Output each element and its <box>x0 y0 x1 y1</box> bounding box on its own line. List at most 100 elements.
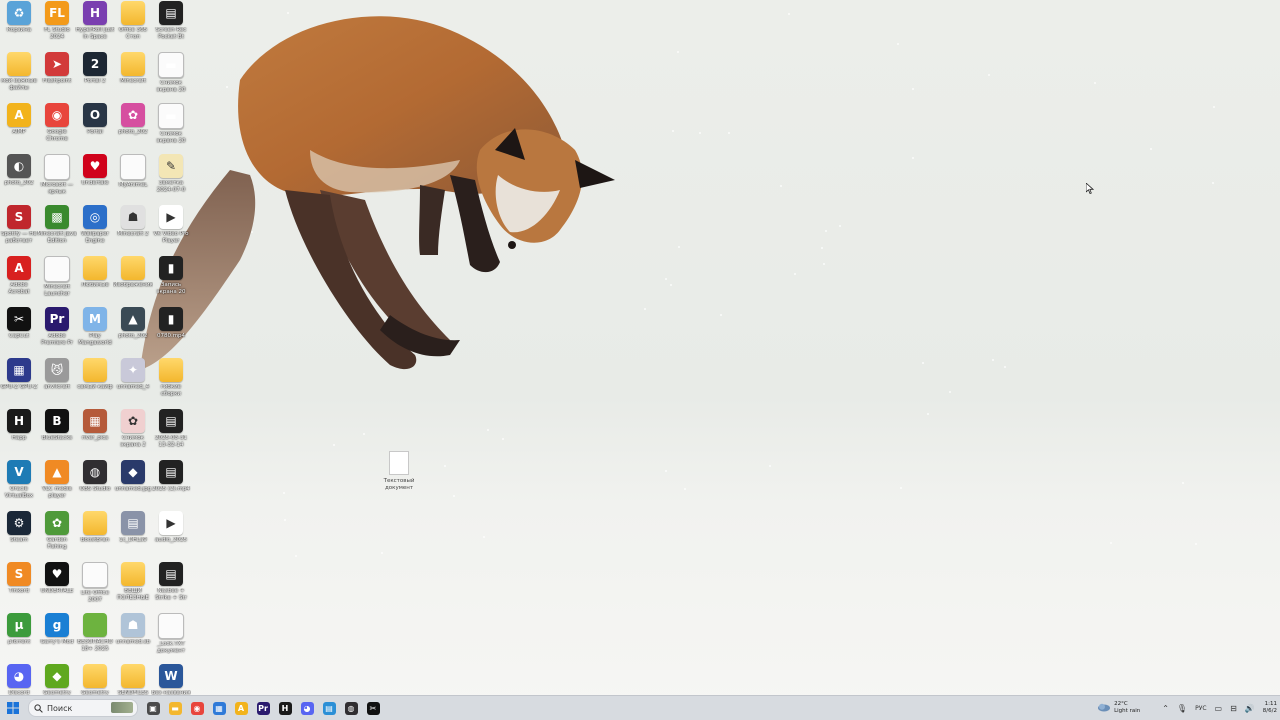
desktop-icon[interactable]: ✎ Заметка 2024-07-0 <box>152 154 190 204</box>
desktop-icon[interactable]: µ µTorrent <box>0 613 38 663</box>
desktop-icon[interactable]: ✿ Garden Fishing <box>38 511 76 561</box>
desktop-icon[interactable]: ✿ Снимок экрана 2 <box>114 409 152 459</box>
desktop-icon[interactable]: Pr Adobe Premiere Pr <box>38 307 76 357</box>
taskbar-app-button[interactable]: ▬ <box>164 696 186 720</box>
image-file-icon: ✿ <box>121 409 145 433</box>
taskbar-app-button[interactable]: ▣ <box>142 696 164 720</box>
desktop-icon-label: HyperRoll Just In Space <box>75 27 115 40</box>
desktop-icon[interactable]: Любимые <box>76 256 114 306</box>
image-file-icon: ✿ <box>121 103 145 127</box>
desktop-icon[interactable]: гибкие сборки <box>152 358 190 408</box>
network-icon[interactable]: ⊟ <box>1230 704 1237 713</box>
image-file-icon: ☗ <box>121 613 145 637</box>
desktop-icon[interactable]: ▤ 2025 (2).mp4 <box>152 460 190 510</box>
desktop-icon[interactable]: ▲ photo_202 <box>114 307 152 357</box>
snow-speck <box>1093 81 1096 84</box>
taskbar-clock[interactable]: 1:11 8/6/2 <box>1263 701 1277 715</box>
desktop-icon[interactable]: ☗ unnamed.sb <box>114 613 152 663</box>
desktop-icon[interactable]: ▦ GPU-Z GPU-Z <box>0 358 38 408</box>
desktop-icon[interactable]: Minecraft Launcher <box>38 256 76 306</box>
desktop-icon[interactable]: ✂ CapCut <box>0 307 38 357</box>
desktop-icon[interactable]: Office 365 Стоп <box>114 1 152 51</box>
desktop-icon[interactable]: Microsoft — ярлык <box>38 154 76 204</box>
desktop-icon[interactable]: FL FL Studio 2024 <box>38 1 76 51</box>
desktop-icon[interactable]: g Garry's Mod <box>38 613 76 663</box>
taskbar-app-button[interactable]: H <box>274 696 296 720</box>
taskbar-app-button[interactable]: A <box>230 696 252 720</box>
desktop-icon[interactable]: ◐ photo_202 <box>0 154 38 204</box>
desktop-icon[interactable]: 2 Portal 2 <box>76 52 114 102</box>
desktop-icon[interactable]: ▤ 1c_DHLa9 <box>114 511 152 561</box>
desktop-icon[interactable]: Lite Office 2007 <box>76 562 114 612</box>
desktop-icon[interactable]: ◆ unnamed.jpg <box>114 460 152 510</box>
volume-icon[interactable]: 🔊 <box>1245 704 1255 713</box>
start-button[interactable] <box>0 696 26 720</box>
desktop-icon[interactable]: самый кайф <box>76 358 114 408</box>
desktop-icon[interactable]: ♥ Undertale <box>76 154 114 204</box>
snow-speck <box>1195 543 1198 546</box>
desktop-icon[interactable]: ▮ 0780.mp4 <box>152 307 190 357</box>
desktop-icon[interactable]: ▤ 2025-03-31 13-32-14 <box>152 409 190 459</box>
snow-speck <box>482 535 485 538</box>
language-indicator[interactable]: РУС <box>1195 705 1206 712</box>
desktop-icon[interactable]: ✦ unnamed_4 <box>114 358 152 408</box>
desktop-icon[interactable]: ✿ photo_202 <box>114 103 152 153</box>
desktop-icon[interactable]: ♥ UNDERTALE <box>38 562 76 612</box>
weather-widget[interactable]: 22°C Light rain <box>1097 701 1140 715</box>
desktop-icon[interactable]: V Oracle VirtualBox <box>0 460 38 510</box>
desktop-icon[interactable]: ▶ VK Video Pro Player <box>152 205 190 255</box>
desktop-icon[interactable]: ▦ river_pics <box>76 409 114 459</box>
desktop-icon[interactable]: БЕЗОПАСНО 18+ 2025 <box>76 613 114 663</box>
desktop-icon[interactable]: A AIMP <box>0 103 38 153</box>
desktop-icon[interactable]: мой важные файлы <box>0 52 38 102</box>
word-icon: W <box>159 664 183 688</box>
desktop-icon[interactable]: ♻ Корзина <box>0 1 38 51</box>
desktop-icon[interactable]: Minecraft <box>114 52 152 102</box>
desktop-icon[interactable]: ⚙ Steam <box>0 511 38 561</box>
desktop-text-document[interactable]: Текстовый документ <box>378 451 420 491</box>
taskbar-app-button[interactable]: ▦ <box>208 696 230 720</box>
desktop-icon[interactable]: Изображения <box>113 256 153 306</box>
desktop-icon[interactable]: ☗ Minecraft 2 <box>114 205 152 255</box>
desktop-icon[interactable]: ➤ Flashpoint <box>38 52 76 102</box>
desktop-icon[interactable]: M Play Mangaworld <box>76 307 114 357</box>
image-file-icon: ✦ <box>121 358 145 382</box>
taskbar-app-button[interactable]: ◕ <box>296 696 318 720</box>
desktop-icon[interactable]: H HyperRoll Just In Space <box>76 1 114 51</box>
desktop-icon[interactable]: ▲ VLC media player <box>38 460 76 510</box>
chevron-up-icon[interactable]: ⌃ <box>1162 704 1169 713</box>
desktop-icon[interactable]: ▮ Запись экрана 20 <box>152 256 190 306</box>
desktop-icon-label: VLC media player <box>42 486 72 499</box>
taskbar-app-button[interactable]: ✂ <box>362 696 384 720</box>
snow-speck <box>677 50 680 53</box>
desktop-icon[interactable]: B BlueStacks <box>38 409 76 459</box>
taskbar-app-button[interactable]: ▤ <box>318 696 340 720</box>
desktop-icon[interactable]: ▤ Nasbee + Strike + Str <box>152 562 190 612</box>
desktop-icon[interactable]: ▶ audio_2025 <box>152 511 190 561</box>
folder-icon <box>7 52 31 76</box>
desktop-icon[interactable]: ▩ Minecraft Java Edition <box>37 205 77 255</box>
desktop-icon[interactable]: ▤ Screen Rec Pocket Bt <box>152 1 190 51</box>
desktop-icon[interactable]: A Adobe Acrobat <box>0 256 38 306</box>
desktop-icon[interactable]: ◎ Wallpaper Engine <box>76 205 114 255</box>
desktop-icon[interactable]: BoostBran <box>76 511 114 561</box>
desktop-icon[interactable]: O Portal <box>76 103 114 153</box>
desktop-icon[interactable]: 😼 anvilcraft <box>38 358 76 408</box>
desktop-icon[interactable]: H Happ <box>0 409 38 459</box>
desktop-icon-label: Adobe Acrobat <box>8 282 30 295</box>
desktop-icon[interactable]: ◍ OBS Studio <box>76 460 114 510</box>
microphone-icon[interactable]: 🎙 <box>1177 704 1187 713</box>
desktop-icon[interactable]: S Tinkord <box>0 562 38 612</box>
desktop-icon[interactable]: MyAnimeL <box>114 154 152 204</box>
taskbar-app-button[interactable]: Pr <box>252 696 274 720</box>
monitor-icon[interactable]: ▭ <box>1215 704 1223 713</box>
taskbar-app-button[interactable]: ◉ <box>186 696 208 720</box>
desktop-icon[interactable]: ◉ Google Chrome <box>38 103 76 153</box>
desktop-icon[interactable]: ▬ Снимок экрана 20 <box>152 52 190 102</box>
desktop-icon[interactable]: ВЕЩИ ПОЛЕЗНЫЕ <box>114 562 152 612</box>
taskbar-app-button[interactable]: ◍ <box>340 696 362 720</box>
desktop-icon[interactable]: ▬ Снимок экрана 20 <box>152 103 190 153</box>
desktop-icon[interactable]: S Spotify — Не работает <box>0 205 38 255</box>
taskbar-search-box[interactable]: Поиск <box>28 699 138 717</box>
desktop-icon[interactable]: _Lock.ТХТ документ <box>152 613 190 663</box>
